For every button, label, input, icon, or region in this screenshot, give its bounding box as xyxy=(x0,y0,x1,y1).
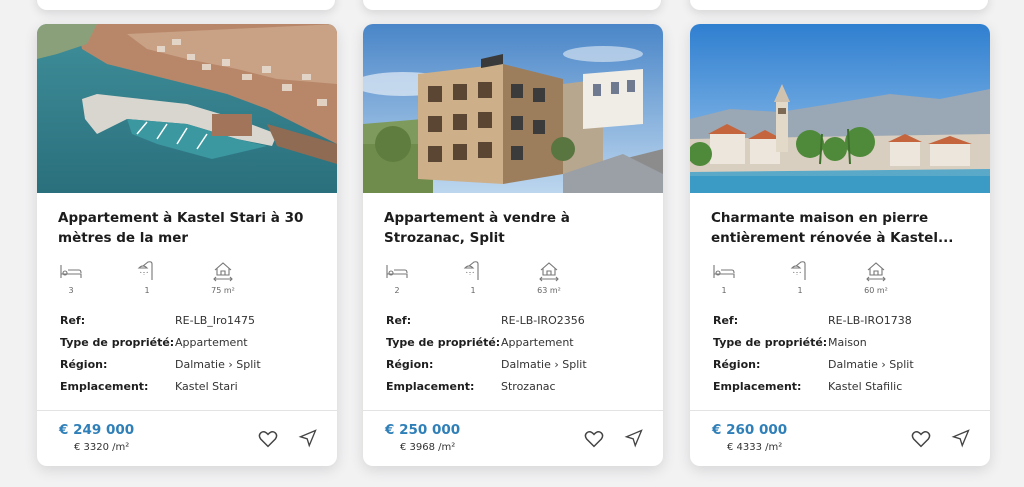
location-value: Kastel Stafilic xyxy=(828,379,903,393)
bedrooms-feature: 2 xyxy=(377,260,417,295)
type-value: Maison xyxy=(828,335,867,349)
price: € 249 000 xyxy=(59,422,135,438)
type-label: Type de propriété: xyxy=(386,335,501,349)
bathrooms-count: 1 xyxy=(470,286,476,295)
price-per-m2: € 3968 /m² xyxy=(400,442,456,453)
region-label: Région: xyxy=(713,357,761,371)
bedrooms-feature: 1 xyxy=(704,260,744,295)
bedrooms-count: 2 xyxy=(394,286,400,295)
listing-title[interactable]: Appartement à vendre à Strozanac, Split xyxy=(384,208,646,248)
region-row: Région: Dalmatie › Split xyxy=(60,353,320,375)
ref-row: Ref: RE-LB-IRO2356 xyxy=(386,309,646,331)
price-per-m2: € 3320 /m² xyxy=(74,442,130,453)
card-footer: € 250 000 € 3968 /m² xyxy=(363,410,663,466)
previous-row-card xyxy=(690,0,988,10)
navigation-arrow-icon[interactable] xyxy=(624,428,644,448)
area-value: 75 m² xyxy=(211,286,235,295)
listing-card[interactable]: Charmante maison en pierre entièrement r… xyxy=(690,24,990,466)
listing-card[interactable]: Appartement à Kastel Stari à 30 mètres d… xyxy=(37,24,337,466)
ref-value: RE-LB-IRO1738 xyxy=(828,313,912,327)
region-row: Région: Dalmatie › Split xyxy=(713,353,973,375)
bed-icon xyxy=(386,265,408,278)
area-feature: 75 m² xyxy=(203,260,243,295)
area-value: 60 m² xyxy=(864,286,888,295)
location-value: Strozanac xyxy=(501,379,556,393)
shower-icon xyxy=(790,261,806,280)
area-value: 63 m² xyxy=(537,286,561,295)
bedrooms-feature: 3 xyxy=(51,260,91,295)
ref-value: RE-LB-IRO2356 xyxy=(501,313,585,327)
previous-row-card xyxy=(363,0,661,10)
location-label: Emplacement: xyxy=(60,379,149,393)
type-label: Type de propriété: xyxy=(60,335,175,349)
card-footer: € 249 000 € 3320 /m² xyxy=(37,410,337,466)
bathrooms-feature: 1 xyxy=(453,260,493,295)
listing-details: Ref: RE-LB_Iro1475 Type de propriété: Appa… xyxy=(60,309,320,397)
region-value: Dalmatie › Split xyxy=(175,357,261,371)
bathrooms-count: 1 xyxy=(797,286,803,295)
card-footer: € 260 000 € 4333 /m² xyxy=(690,410,990,466)
type-value: Appartement xyxy=(501,335,574,349)
house-area-icon xyxy=(866,262,886,282)
ref-row: Ref: RE-LB-IRO1738 xyxy=(713,309,973,331)
region-row: Région: Dalmatie › Split xyxy=(386,353,646,375)
bathrooms-feature: 1 xyxy=(127,260,167,295)
house-area-icon xyxy=(213,262,233,282)
location-value: Kastel Stari xyxy=(175,379,238,393)
price-per-m2: € 4333 /m² xyxy=(727,442,783,453)
listing-details: Ref: RE-LB-IRO1738 Type de propriété: Mais… xyxy=(713,309,973,397)
bedrooms-count: 3 xyxy=(68,286,74,295)
location-label: Emplacement: xyxy=(713,379,802,393)
listing-title[interactable]: Appartement à Kastel Stari à 30 mètres d… xyxy=(58,208,320,248)
region-label: Région: xyxy=(60,357,108,371)
region-value: Dalmatie › Split xyxy=(828,357,914,371)
previous-row-card xyxy=(37,0,335,10)
house-area-icon xyxy=(539,262,559,282)
price: € 260 000 xyxy=(712,422,788,438)
heart-icon[interactable] xyxy=(910,428,932,450)
ref-label: Ref: xyxy=(713,313,739,327)
bed-icon xyxy=(713,265,735,278)
navigation-arrow-icon[interactable] xyxy=(298,428,318,448)
type-value: Appartement xyxy=(175,335,248,349)
price: € 250 000 xyxy=(385,422,461,438)
location-row: Emplacement: Kastel Stafilic xyxy=(713,375,973,397)
area-feature: 60 m² xyxy=(856,260,896,295)
listing-photo[interactable] xyxy=(690,24,990,193)
ref-label: Ref: xyxy=(60,313,86,327)
type-row: Type de propriété: Maison xyxy=(713,331,973,353)
location-label: Emplacement: xyxy=(386,379,475,393)
ref-value: RE-LB_Iro1475 xyxy=(175,313,255,327)
location-row: Emplacement: Strozanac xyxy=(386,375,646,397)
location-row: Emplacement: Kastel Stari xyxy=(60,375,320,397)
ref-row: Ref: RE-LB_Iro1475 xyxy=(60,309,320,331)
type-row: Type de propriété: Appartement xyxy=(60,331,320,353)
type-label: Type de propriété: xyxy=(713,335,828,349)
listing-title[interactable]: Charmante maison en pierre entièrement r… xyxy=(711,208,973,248)
listing-photo[interactable] xyxy=(363,24,663,193)
navigation-arrow-icon[interactable] xyxy=(951,428,971,448)
type-row: Type de propriété: Appartement xyxy=(386,331,646,353)
region-label: Région: xyxy=(386,357,434,371)
ref-label: Ref: xyxy=(386,313,412,327)
heart-icon[interactable] xyxy=(583,428,605,450)
bathrooms-feature: 1 xyxy=(780,260,820,295)
listing-card[interactable]: Appartement à vendre à Strozanac, Split … xyxy=(363,24,663,466)
region-value: Dalmatie › Split xyxy=(501,357,587,371)
bedrooms-count: 1 xyxy=(721,286,727,295)
listing-details: Ref: RE-LB-IRO2356 Type de propriété: Appa… xyxy=(386,309,646,397)
listing-photo[interactable] xyxy=(37,24,337,193)
bed-icon xyxy=(60,265,82,278)
shower-icon xyxy=(463,261,479,280)
heart-icon[interactable] xyxy=(257,428,279,450)
shower-icon xyxy=(137,261,153,280)
area-feature: 63 m² xyxy=(529,260,569,295)
bathrooms-count: 1 xyxy=(144,286,150,295)
